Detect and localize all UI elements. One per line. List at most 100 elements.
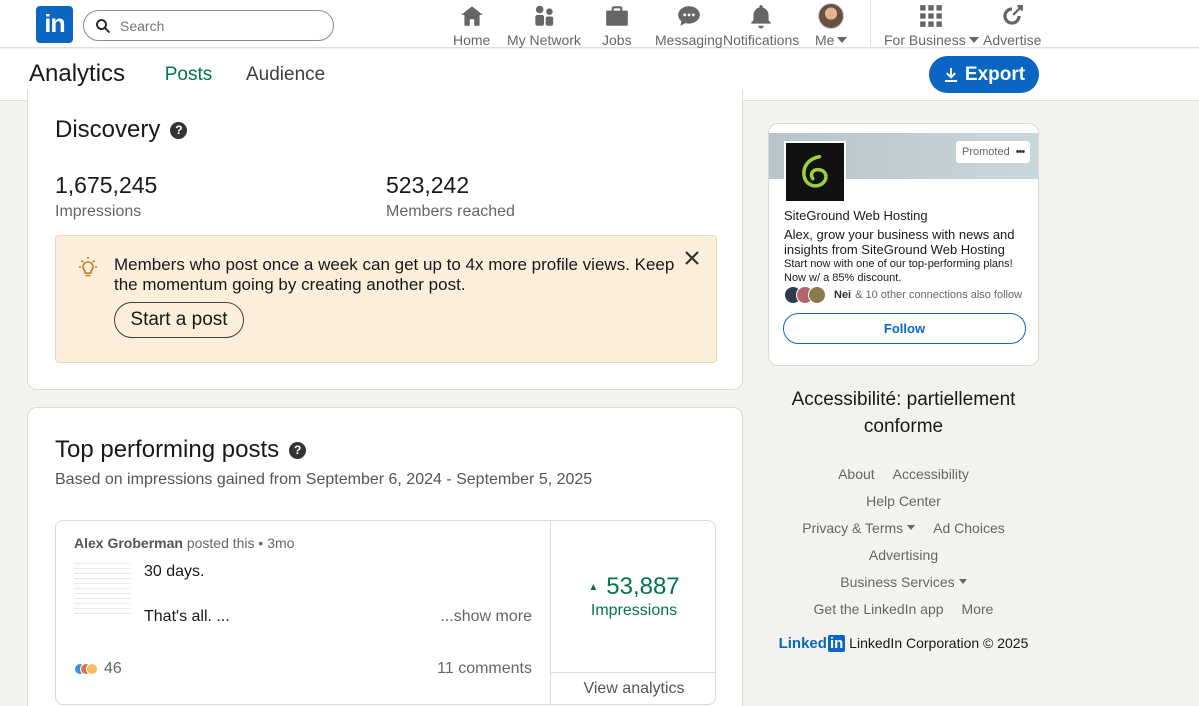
nav-notifications[interactable]: Notifications bbox=[723, 2, 799, 48]
view-analytics-button[interactable]: View analytics bbox=[551, 672, 715, 704]
more-options-icon[interactable]: ••• bbox=[1016, 146, 1026, 158]
connection-name: Nei bbox=[834, 289, 852, 301]
copyright-text: LinkedIn Corporation © 2025 bbox=[849, 635, 1029, 651]
reactions[interactable]: 46 bbox=[74, 660, 122, 678]
global-nav: in Home My Network Jobs Messaging Notifi… bbox=[0, 0, 1199, 48]
export-label: Export bbox=[964, 63, 1026, 85]
comments-count[interactable]: 11 comments bbox=[437, 660, 532, 678]
nav-advertise[interactable]: Advertise bbox=[983, 2, 1041, 48]
advertise-icon bbox=[1003, 5, 1024, 25]
members-reached-metric: 523,242 Members reached bbox=[386, 172, 515, 221]
messaging-icon bbox=[678, 6, 700, 26]
ad-company-name[interactable]: SiteGround Web Hosting bbox=[784, 208, 928, 223]
export-button[interactable]: Export bbox=[929, 56, 1039, 93]
members-reached-label: Members reached bbox=[386, 203, 515, 220]
post-impressions: ▲ 53,887 bbox=[551, 573, 715, 601]
post-meta: posted this • 3mo bbox=[186, 535, 295, 551]
post-impressions-label: Impressions bbox=[590, 602, 678, 619]
footer-advertising-link[interactable]: Advertising bbox=[869, 547, 938, 563]
nav-home-label: Home bbox=[453, 32, 491, 48]
members-reached-value: 523,242 bbox=[386, 172, 470, 198]
nav-for-business[interactable]: For Business bbox=[884, 2, 979, 48]
nav-me[interactable]: Me bbox=[815, 2, 848, 48]
top-posts-card: Top performing posts ? Based on impressi… bbox=[27, 407, 743, 706]
accessibility-note: Accessibilité: partiellement conforme bbox=[791, 389, 1016, 437]
linkedin-wordmark-text: Linked bbox=[778, 635, 827, 652]
reaction-icons bbox=[74, 663, 98, 675]
search-box[interactable] bbox=[83, 10, 334, 41]
footer-privacy-terms-link[interactable]: Privacy & Terms bbox=[802, 520, 916, 536]
promoted-badge[interactable]: Promoted ••• bbox=[956, 141, 1031, 163]
footer-about-link[interactable]: About bbox=[838, 466, 875, 482]
posting-tip-banner: Members who post once a week can get up … bbox=[55, 235, 717, 363]
support-icon bbox=[86, 663, 98, 675]
promoted-label: Promoted bbox=[962, 146, 1010, 158]
nav-messaging-label: Messaging bbox=[655, 32, 723, 48]
nav-advertise-label: Advertise bbox=[983, 32, 1042, 48]
post-item: Alex Groberman posted this • 3mo 30 days… bbox=[55, 520, 716, 705]
chevron-down-icon bbox=[958, 579, 967, 584]
impressions-metric: 1,675,245 Impressions bbox=[55, 172, 157, 221]
top-posts-subtitle: Based on impressions gained from Septemb… bbox=[55, 471, 593, 488]
avatar bbox=[808, 286, 826, 304]
search-icon bbox=[96, 18, 110, 33]
nav-for-business-label: For Business bbox=[884, 32, 966, 48]
discovery-card: Discovery ? 1,675,245 Impressions 523,24… bbox=[27, 90, 743, 390]
post-text-line1: 30 days. bbox=[144, 563, 205, 580]
chevron-down-icon bbox=[837, 37, 848, 43]
grid-icon bbox=[920, 5, 943, 27]
footer-ad-choices-link[interactable]: Ad Choices bbox=[933, 520, 1005, 536]
home-icon bbox=[460, 6, 483, 26]
impressions-label: Impressions bbox=[55, 203, 142, 220]
footer-accessibility-link[interactable]: Accessibility bbox=[893, 466, 969, 482]
nav-jobs[interactable]: Jobs bbox=[602, 2, 632, 48]
page-title: Analytics bbox=[29, 60, 126, 87]
promoted-ad-card: Promoted ••• SiteGround Web Hosting Alex,… bbox=[768, 123, 1039, 366]
post-thumbnail[interactable] bbox=[74, 561, 131, 618]
search-input[interactable] bbox=[120, 17, 320, 34]
nav-home[interactable]: Home bbox=[453, 2, 490, 48]
briefcase-icon bbox=[605, 6, 628, 26]
chevron-down-icon bbox=[907, 525, 916, 530]
network-icon bbox=[535, 5, 554, 26]
footer-more-link[interactable]: More bbox=[962, 601, 994, 617]
copyright: Linked in LinkedIn Corporation © 2025 bbox=[768, 634, 1039, 653]
start-post-button[interactable]: Start a post bbox=[114, 302, 244, 338]
siteground-logo[interactable] bbox=[784, 141, 846, 203]
linkedin-logo[interactable]: in bbox=[36, 6, 73, 43]
follow-button[interactable]: Follow bbox=[783, 313, 1026, 344]
close-icon[interactable] bbox=[682, 248, 702, 268]
reaction-count: 46 bbox=[104, 660, 122, 677]
nav-jobs-label: Jobs bbox=[602, 32, 632, 48]
nav-messaging[interactable]: Messaging bbox=[655, 2, 723, 48]
tip-message: Members who post once a week can get up … bbox=[114, 255, 675, 294]
footer-get-app-link[interactable]: Get the LinkedIn app bbox=[814, 601, 944, 617]
post-text-line2: That's all. ... bbox=[144, 608, 230, 625]
footer-business-services-link[interactable]: Business Services bbox=[840, 573, 967, 590]
post-author[interactable]: Alex Groberman bbox=[74, 535, 183, 551]
post-author-line: Alex Groberman posted this • 3mo bbox=[74, 535, 294, 551]
footer-business-services-label: Business Services bbox=[840, 573, 955, 590]
top-posts-heading: Top performing posts ? bbox=[55, 436, 307, 464]
ad-text: Alex, grow your business with news and i… bbox=[784, 227, 1015, 257]
chevron-down-icon bbox=[968, 37, 979, 43]
post-stats: ▲ 53,887 Impressions View analytics bbox=[551, 521, 715, 704]
post-content[interactable]: Alex Groberman posted this • 3mo 30 days… bbox=[56, 521, 551, 704]
show-more-link[interactable]: ...show more bbox=[440, 608, 532, 626]
trend-up-icon: ▲ bbox=[588, 582, 599, 594]
nav-notifications-label: Notifications bbox=[723, 32, 800, 48]
help-icon[interactable]: ? bbox=[170, 121, 188, 139]
download-icon bbox=[944, 67, 957, 82]
lightbulb-icon bbox=[79, 257, 97, 277]
top-posts-title: Top performing posts bbox=[55, 436, 280, 463]
nav-divider bbox=[870, 0, 871, 48]
connection-text: & 10 other connections also follow bbox=[855, 289, 1023, 301]
nav-my-network[interactable]: My Network bbox=[507, 2, 581, 48]
nav-me-label: Me bbox=[815, 32, 835, 48]
footer-links: About Accessibility Help Center Privacy … bbox=[768, 460, 1039, 622]
ad-offer-text: Start now with one of our top-performing… bbox=[784, 258, 1013, 284]
help-icon[interactable]: ? bbox=[289, 441, 307, 459]
siteground-logo-icon bbox=[802, 154, 828, 188]
linkedin-wordmark: Linked in bbox=[779, 635, 846, 652]
footer-help-center-link[interactable]: Help Center bbox=[866, 493, 941, 509]
